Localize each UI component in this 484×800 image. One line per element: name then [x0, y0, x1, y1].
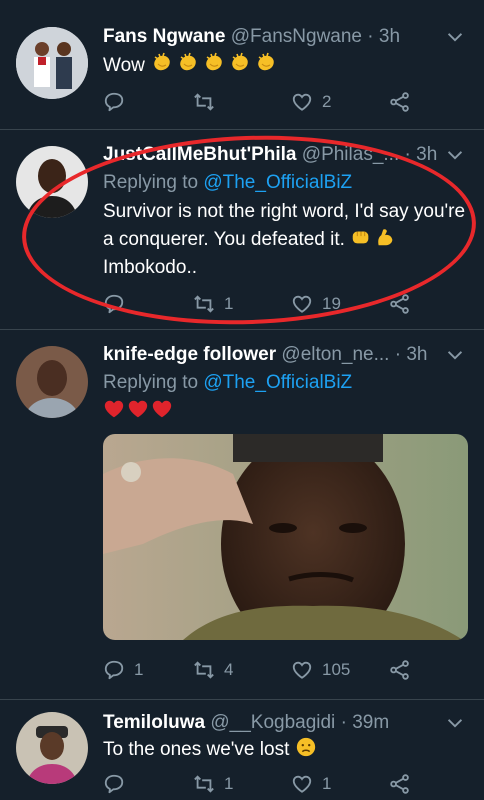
retweet-icon [193, 293, 215, 315]
flexed-biceps-emoji [374, 226, 396, 248]
clap-emoji [150, 50, 278, 74]
like-count: 105 [322, 660, 351, 679]
share-button[interactable] [389, 770, 411, 798]
tweet-text: Wow [103, 55, 145, 76]
tweet-text-line2: Imbokodo.. [103, 257, 197, 278]
share-button[interactable] [389, 656, 411, 684]
separator: · [404, 144, 411, 165]
replying-label: Replying to [103, 372, 199, 393]
like-count: 1 [322, 774, 332, 793]
fist-emoji [350, 226, 372, 248]
user-handle[interactable]: @elton_ne... [281, 344, 389, 365]
avatar[interactable] [16, 712, 88, 784]
separator: · [340, 712, 347, 733]
tweet-4[interactable]: Temiloluwa @__Kogbagidi · 39m To the one… [0, 700, 484, 800]
tweet-text: Survivor is not the right word, I'd say … [103, 201, 466, 250]
retweet-icon [193, 659, 215, 681]
timestamp[interactable]: 39m [352, 712, 389, 733]
display-name[interactable]: knife-edge follower [103, 344, 276, 365]
avatar[interactable] [16, 346, 88, 418]
tweet-3[interactable]: knife-edge follower @elton_ne... · 3h Re… [0, 330, 484, 700]
heart-icon [291, 91, 313, 113]
mention-link[interactable]: @The_OfficialBiZ [203, 172, 352, 193]
separator: · [394, 344, 402, 365]
heart-emoji [103, 398, 173, 420]
display-name[interactable]: Temiloluwa [103, 712, 205, 733]
retweet-button[interactable]: 4 [193, 656, 233, 684]
timestamp[interactable]: 3h [416, 144, 437, 165]
user-handle[interactable]: @Philas_... [302, 144, 399, 165]
retweet-count: 1 [224, 294, 234, 313]
share-button[interactable] [389, 88, 411, 116]
reply-button[interactable] [103, 88, 134, 116]
mention-link[interactable]: @The_OfficialBiZ [203, 372, 352, 393]
replying-to: Replying to @The_OfficialBiZ [103, 170, 470, 196]
tweet-1[interactable]: Fans Ngwane @FansNgwane · 3h Wow 2 [0, 0, 484, 130]
like-count: 2 [322, 92, 332, 111]
retweet-count: 4 [224, 660, 234, 679]
replying-label: Replying to [103, 172, 199, 193]
like-button[interactable]: 1 [291, 770, 331, 798]
user-handle[interactable]: @__Kogbagidi [210, 712, 335, 733]
retweet-button[interactable]: 1 [193, 770, 233, 798]
heart-icon [291, 293, 313, 315]
retweet-icon [193, 773, 215, 795]
chevron-down-icon[interactable] [444, 712, 466, 734]
tweet-body: Survivor is not the right word, I'd say … [103, 198, 470, 282]
reply-icon [103, 773, 125, 795]
chevron-down-icon[interactable] [444, 26, 466, 48]
retweet-count: 1 [224, 774, 234, 793]
reply-button[interactable]: 1 [103, 656, 143, 684]
timestamp[interactable]: 3h [406, 344, 427, 365]
reply-icon [103, 91, 125, 113]
timestamp[interactable]: 3h [379, 26, 400, 47]
avatar[interactable] [16, 146, 88, 218]
like-button[interactable]: 2 [291, 88, 331, 116]
like-button[interactable]: 105 [291, 656, 350, 684]
display-name[interactable]: Fans Ngwane [103, 26, 225, 47]
chevron-down-icon[interactable] [444, 144, 466, 166]
reply-icon [103, 659, 125, 681]
reply-button[interactable] [103, 290, 134, 318]
share-icon [389, 659, 411, 681]
heart-icon [291, 659, 313, 681]
tweet-photo[interactable] [103, 434, 468, 640]
share-icon [389, 91, 411, 113]
sad-face-emoji [295, 736, 317, 758]
share-icon [389, 293, 411, 315]
chevron-down-icon[interactable] [444, 344, 466, 366]
user-handle[interactable]: @FansNgwane [231, 26, 362, 47]
avatar[interactable] [16, 27, 88, 99]
replying-to: Replying to @The_OfficialBiZ [103, 370, 470, 396]
like-button[interactable]: 19 [291, 290, 341, 318]
share-icon [389, 773, 411, 795]
tweet-2[interactable]: JustCallMeBhut'Phila @Philas_... · 3h Re… [0, 130, 484, 330]
reply-button[interactable] [103, 770, 134, 798]
display-name[interactable]: JustCallMeBhut'Phila [103, 144, 297, 165]
tweet-text: To the ones we've lost [103, 739, 290, 760]
share-button[interactable] [389, 290, 411, 318]
separator: · [367, 26, 374, 47]
retweet-icon [193, 91, 215, 113]
reply-count: 1 [134, 660, 144, 679]
retweet-button[interactable]: 1 [193, 290, 233, 318]
heart-icon [291, 773, 313, 795]
like-count: 19 [322, 294, 341, 313]
reply-icon [103, 293, 125, 315]
retweet-button[interactable] [193, 88, 224, 116]
